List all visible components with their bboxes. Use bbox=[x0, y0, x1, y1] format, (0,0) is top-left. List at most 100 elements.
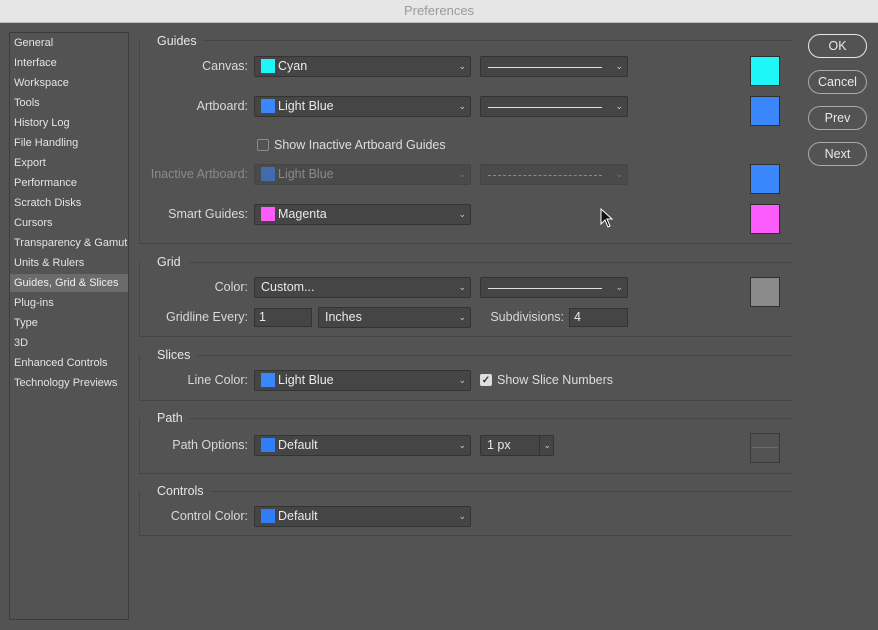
canvas-color-swatch[interactable] bbox=[750, 56, 780, 86]
grid-color-label: Color: bbox=[214, 280, 248, 294]
show-slice-numbers-label: Show Slice Numbers bbox=[497, 373, 614, 387]
mouse-pointer-icon bbox=[600, 208, 614, 228]
next-button[interactable]: Next bbox=[808, 142, 867, 166]
sidebar-item-file-handling[interactable]: File Handling bbox=[10, 134, 128, 152]
chevron-down-icon: ⌄ bbox=[458, 169, 466, 179]
inactive-artboard-style-select[interactable]: ⌄ bbox=[480, 164, 628, 185]
chevron-down-icon: ⌄ bbox=[458, 61, 466, 71]
control-color-label: Control Color: bbox=[170, 509, 248, 523]
window-title: Preferences bbox=[0, 0, 878, 23]
grid-color-swatch[interactable] bbox=[750, 277, 780, 307]
chevron-down-icon: ⌄ bbox=[615, 61, 623, 71]
slices-section-divider bbox=[139, 400, 792, 401]
control-color-select[interactable]: Default ⌄ bbox=[254, 506, 471, 527]
sidebar-item-export[interactable]: Export bbox=[10, 154, 128, 172]
controls-section-border bbox=[139, 491, 140, 535]
sidebar-item-tools[interactable]: Tools bbox=[10, 94, 128, 112]
path-section-border bbox=[139, 418, 140, 473]
control-color-chip bbox=[261, 509, 275, 523]
gridline-unit-value: Inches bbox=[325, 310, 362, 324]
artboard-color-select[interactable]: Light Blue ⌄ bbox=[254, 96, 471, 117]
sidebar-item-history-log[interactable]: History Log bbox=[10, 114, 128, 132]
path-preview-swatch bbox=[750, 433, 780, 463]
slice-line-color-value: Light Blue bbox=[278, 373, 334, 387]
inactive-artboard-color-swatch[interactable] bbox=[750, 164, 780, 194]
inactive-artboard-color-chip bbox=[261, 167, 275, 181]
gridline-every-input[interactable]: 1 bbox=[254, 308, 312, 327]
controls-section-divider bbox=[139, 535, 792, 536]
chevron-down-icon: ⌄ bbox=[458, 312, 466, 322]
dashed-line-icon bbox=[488, 175, 602, 176]
sidebar-item-technology-previews[interactable]: Technology Previews bbox=[10, 374, 128, 392]
grid-style-select[interactable]: ⌄ bbox=[480, 277, 628, 298]
chevron-down-icon: ⌄ bbox=[615, 101, 623, 111]
sidebar-item-3d[interactable]: 3D bbox=[10, 334, 128, 352]
grid-section-divider bbox=[139, 336, 792, 337]
sidebar-item-type[interactable]: Type bbox=[10, 314, 128, 332]
subdivisions-label: Subdivisions: bbox=[490, 310, 564, 324]
subdivisions-input[interactable]: 4 bbox=[569, 308, 628, 327]
sidebar-item-cursors[interactable]: Cursors bbox=[10, 214, 128, 232]
sidebar-item-transparency-gamut[interactable]: Transparency & Gamut bbox=[10, 234, 128, 252]
guides-section-title: Guides bbox=[157, 34, 197, 48]
chevron-down-icon: ⌄ bbox=[458, 209, 466, 219]
sidebar-item-enhanced-controls[interactable]: Enhanced Controls bbox=[10, 354, 128, 372]
chevron-down-icon: ⌄ bbox=[458, 440, 466, 450]
path-width-value: 1 px bbox=[487, 438, 511, 452]
path-color-value: Default bbox=[278, 438, 318, 452]
artboard-color-value: Light Blue bbox=[278, 99, 334, 113]
canvas-color-chip bbox=[261, 59, 275, 73]
smart-guides-color-chip bbox=[261, 207, 275, 221]
guides-section-divider bbox=[139, 243, 792, 244]
path-color-chip bbox=[261, 438, 275, 452]
canvas-color-select[interactable]: Cyan ⌄ bbox=[254, 56, 471, 77]
sidebar-item-plug-ins[interactable]: Plug-ins bbox=[10, 294, 128, 312]
grid-color-select[interactable]: Custom... ⌄ bbox=[254, 277, 471, 298]
inactive-artboard-label: Inactive Artboard: bbox=[150, 167, 248, 181]
artboard-color-swatch[interactable] bbox=[750, 96, 780, 126]
grid-section-rule bbox=[189, 262, 792, 263]
artboard-style-select[interactable]: ⌄ bbox=[480, 96, 628, 117]
prev-button[interactable]: Prev bbox=[808, 106, 867, 130]
chevron-down-icon: ⌄ bbox=[539, 436, 551, 455]
cancel-button[interactable]: Cancel bbox=[808, 70, 867, 94]
grid-color-value: Custom... bbox=[261, 280, 315, 294]
path-width-select[interactable]: 1 px ⌄ bbox=[480, 435, 554, 456]
ok-button[interactable]: OK bbox=[808, 34, 867, 58]
inactive-artboard-color-value: Light Blue bbox=[278, 167, 334, 181]
path-color-select[interactable]: Default ⌄ bbox=[254, 435, 471, 456]
slices-section-border bbox=[139, 355, 140, 400]
canvas-label: Canvas: bbox=[202, 59, 248, 73]
sidebar-item-guides-grid-slices[interactable]: Guides, Grid & Slices bbox=[10, 274, 128, 292]
sidebar-item-general[interactable]: General bbox=[10, 34, 128, 52]
gridline-unit-select[interactable]: Inches ⌄ bbox=[318, 307, 471, 328]
slice-line-color-select[interactable]: Light Blue ⌄ bbox=[254, 370, 471, 391]
chevron-down-icon: ⌄ bbox=[458, 101, 466, 111]
checkmark-icon: ✓ bbox=[481, 375, 491, 386]
sidebar-item-units-rulers[interactable]: Units & Rulers bbox=[10, 254, 128, 272]
smart-guides-color-select[interactable]: Magenta ⌄ bbox=[254, 204, 471, 225]
path-section-rule bbox=[189, 418, 792, 419]
sidebar-item-scratch-disks[interactable]: Scratch Disks bbox=[10, 194, 128, 212]
sidebar-item-workspace[interactable]: Workspace bbox=[10, 74, 128, 92]
slices-section-title: Slices bbox=[157, 348, 191, 362]
slice-line-color-label: Line Color: bbox=[187, 373, 248, 387]
canvas-style-select[interactable]: ⌄ bbox=[480, 56, 628, 77]
chevron-down-icon: ⌄ bbox=[615, 169, 623, 179]
chevron-down-icon: ⌄ bbox=[615, 282, 623, 292]
grid-section-title: Grid bbox=[157, 255, 181, 269]
chevron-down-icon: ⌄ bbox=[458, 511, 466, 521]
show-slice-numbers-checkbox[interactable]: ✓ bbox=[480, 374, 492, 386]
smart-guides-color-value: Magenta bbox=[278, 207, 327, 221]
preferences-sidebar: General Interface Workspace Tools Histor… bbox=[9, 32, 129, 620]
slices-section-rule bbox=[197, 355, 792, 356]
canvas-color-value: Cyan bbox=[278, 59, 308, 73]
smart-guides-color-swatch[interactable] bbox=[750, 204, 780, 234]
sidebar-item-interface[interactable]: Interface bbox=[10, 54, 128, 72]
control-color-value: Default bbox=[278, 509, 318, 523]
show-inactive-artboard-checkbox[interactable] bbox=[257, 139, 269, 151]
smart-guides-label: Smart Guides: bbox=[168, 207, 248, 221]
sidebar-item-performance[interactable]: Performance bbox=[10, 174, 128, 192]
solid-line-icon bbox=[488, 288, 602, 289]
inactive-artboard-color-select[interactable]: Light Blue ⌄ bbox=[254, 164, 471, 185]
